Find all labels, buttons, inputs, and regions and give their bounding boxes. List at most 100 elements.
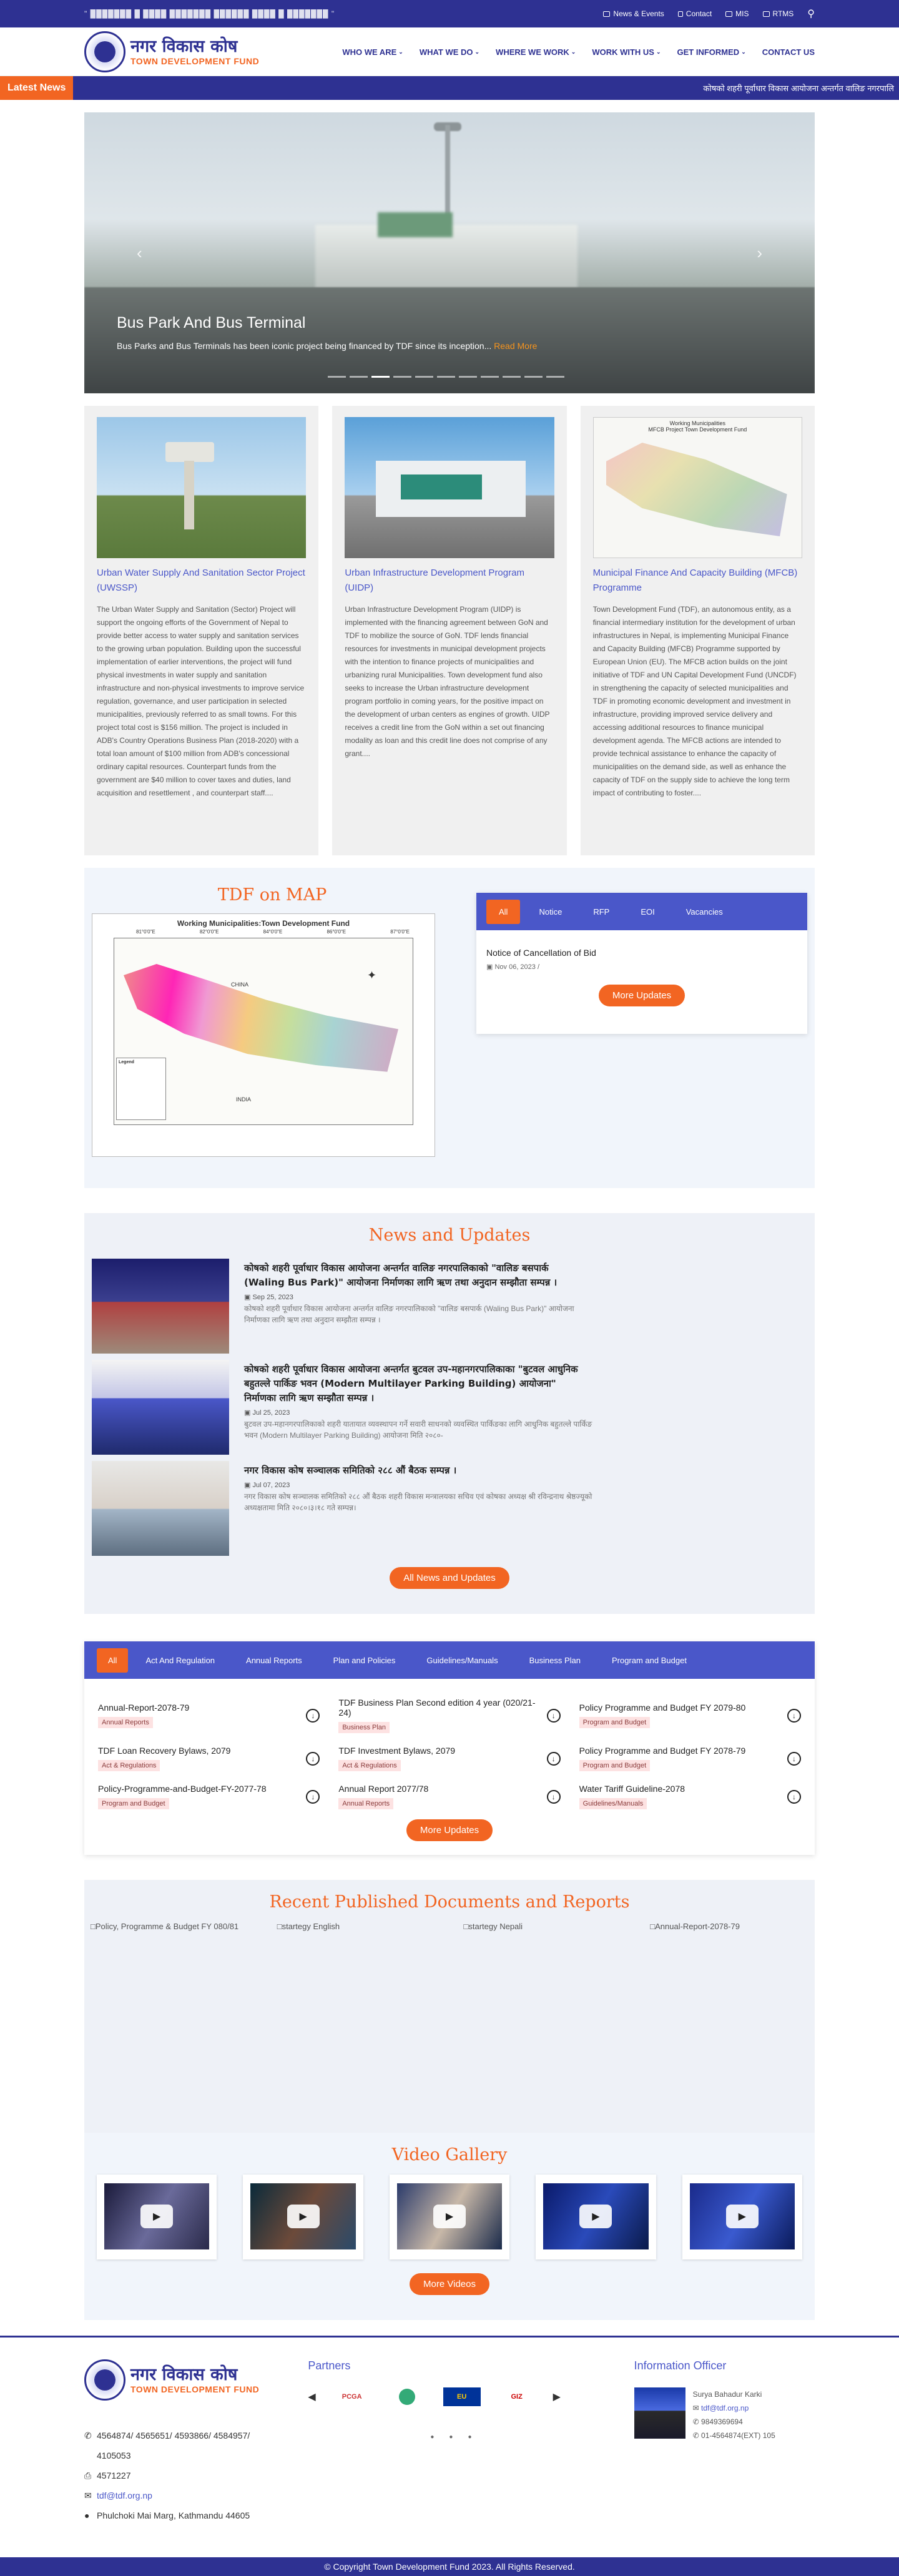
- document-title[interactable]: Policy Programme and Budget FY 2079-80: [579, 1703, 746, 1713]
- carousel-dot[interactable]: [328, 376, 346, 378]
- video-card[interactable]: ▶: [389, 2175, 510, 2259]
- carousel-dot[interactable]: [393, 376, 411, 378]
- tab-vacancies[interactable]: Vacancies: [674, 900, 735, 924]
- tab-notice[interactable]: Notice: [526, 900, 574, 924]
- play-icon[interactable]: ▶: [725, 2205, 759, 2228]
- read-more-link[interactable]: Read More: [494, 341, 537, 351]
- document-title[interactable]: Annual-Report-2078-79: [98, 1703, 189, 1713]
- document-title[interactable]: Policy Programme and Budget FY 2078-79: [579, 1746, 746, 1756]
- site-logo[interactable]: नगर विकास कोष TOWN DEVELOPMENT FUND: [84, 31, 259, 72]
- tab-all[interactable]: All: [97, 1648, 129, 1673]
- download-icon[interactable]: ↓: [306, 1708, 320, 1723]
- play-icon[interactable]: ▶: [140, 2205, 174, 2228]
- download-icon[interactable]: ↓: [306, 1789, 320, 1804]
- nav-what-we-do[interactable]: WHAT WE DO ⌄: [420, 47, 479, 57]
- next-arrow-icon[interactable]: ›: [757, 243, 762, 263]
- news-thumbnail[interactable]: [92, 1360, 229, 1455]
- document-title[interactable]: Water Tariff Guideline-2078: [579, 1784, 685, 1794]
- document-title[interactable]: TDF Loan Recovery Bylaws, 2079: [98, 1746, 230, 1756]
- news-events-link[interactable]: News & Events: [603, 9, 664, 18]
- prev-arrow-icon[interactable]: ‹: [137, 243, 142, 263]
- download-icon[interactable]: ↓: [546, 1708, 561, 1723]
- program-title[interactable]: Municipal Finance And Capacity Building …: [593, 566, 802, 596]
- prev-arrow-icon[interactable]: ◀: [308, 2391, 315, 2403]
- program-image-building[interactable]: [345, 417, 554, 558]
- nav-where-we-work[interactable]: WHERE WE WORK ⌄: [496, 47, 576, 57]
- recent-doc-image[interactable]: □Policy, Programme & Budget FY 080/81: [91, 1920, 249, 2108]
- program-title[interactable]: Urban Water Supply And Sanitation Sector…: [97, 566, 306, 596]
- notice-title[interactable]: Notice of Cancellation of Bid: [486, 948, 797, 958]
- recent-doc-image[interactable]: □startegy Nepali: [464, 1920, 622, 2108]
- program-title[interactable]: Urban Infrastructure Development Program…: [345, 566, 554, 596]
- tab-plan-policies[interactable]: Plan and Policies: [320, 1648, 410, 1673]
- officer-heading: Information Officer: [634, 2359, 727, 2372]
- document-title[interactable]: TDF Business Plan Second edition 4 year …: [338, 1698, 546, 1718]
- carousel-dot[interactable]: [546, 376, 564, 378]
- more-documents-button[interactable]: More Updates: [406, 1819, 493, 1841]
- carousel-dot[interactable]: [371, 376, 390, 378]
- tab-all[interactable]: All: [486, 899, 521, 924]
- search-icon[interactable]: ⚲: [807, 7, 815, 20]
- news-headline[interactable]: कोषको शहरी पूर्वाधार विकास आयोजना अन्तर्…: [244, 1362, 581, 1405]
- carousel-dot[interactable]: [437, 376, 455, 378]
- news-thumbnail[interactable]: [92, 1461, 229, 1556]
- carousel-dot[interactable]: [459, 376, 477, 378]
- carousel-dots[interactable]: ●●●: [308, 2434, 609, 2441]
- video-card[interactable]: ▶: [536, 2175, 656, 2259]
- tab-annual-reports[interactable]: Annual Reports: [232, 1648, 316, 1673]
- tab-business-plan[interactable]: Business Plan: [516, 1648, 594, 1673]
- nav-work-with-us[interactable]: WORK WITH US ⌄: [592, 47, 661, 57]
- contact-link[interactable]: Contact: [677, 9, 712, 18]
- play-icon[interactable]: ▶: [579, 2205, 612, 2228]
- download-icon[interactable]: ↓: [546, 1751, 561, 1766]
- nav-who-we-are[interactable]: WHO WE ARE ⌄: [342, 47, 403, 57]
- document-title[interactable]: TDF Investment Bylaws, 2079: [338, 1746, 455, 1756]
- document-title[interactable]: Policy-Programme-and-Budget-FY-2077-78: [98, 1784, 267, 1794]
- rtms-link[interactable]: RTMS: [762, 9, 793, 18]
- download-icon[interactable]: ↓: [546, 1789, 561, 1804]
- carousel-dot[interactable]: [415, 376, 433, 378]
- download-icon[interactable]: ↓: [787, 1751, 801, 1766]
- officer-email[interactable]: tdf@tdf.org.np: [701, 2404, 749, 2412]
- tab-rfp[interactable]: RFP: [581, 900, 622, 924]
- tab-act-regulation[interactable]: Act And Regulation: [132, 1648, 228, 1673]
- download-icon[interactable]: ↓: [787, 1708, 801, 1723]
- video-card[interactable]: ▶: [682, 2175, 803, 2259]
- program-image-map[interactable]: Working Municipalities MFCB Project Town…: [592, 417, 802, 558]
- video-card[interactable]: ▶: [97, 2175, 217, 2259]
- nepal-map[interactable]: Working Municipalities:Town Development …: [92, 913, 435, 1157]
- tab-guidelines[interactable]: Guidelines/Manuals: [413, 1648, 511, 1673]
- more-updates-button[interactable]: More Updates: [598, 985, 685, 1006]
- partner-logo[interactable]: GIZ: [498, 2387, 536, 2406]
- partner-logo[interactable]: EU: [443, 2387, 481, 2406]
- nav-contact-us[interactable]: CONTACT US: [762, 47, 815, 57]
- partner-logo[interactable]: [388, 2387, 426, 2406]
- all-news-button[interactable]: All News and Updates: [390, 1567, 509, 1589]
- carousel-dot[interactable]: [524, 376, 543, 378]
- carousel-dot[interactable]: [350, 376, 368, 378]
- news-thumbnail[interactable]: [92, 1259, 229, 1354]
- document-title[interactable]: Annual Report 2077/78: [338, 1784, 428, 1794]
- next-arrow-icon[interactable]: ▶: [553, 2391, 561, 2403]
- tab-program-budget[interactable]: Program and Budget: [598, 1648, 700, 1673]
- recent-doc-image[interactable]: □Annual-Report-2078-79: [650, 1920, 808, 2108]
- tab-eoi[interactable]: EOI: [628, 900, 667, 924]
- play-icon[interactable]: ▶: [287, 2205, 320, 2228]
- footer-email[interactable]: tdf@tdf.org.np: [97, 2485, 152, 2505]
- news-headline[interactable]: नगर विकास कोष सञ्चालक समितिको २८८ औं बैठ…: [244, 1463, 581, 1478]
- news-headline[interactable]: कोषको शहरी पूर्वाधार विकास आयोजना अन्तर्…: [244, 1261, 581, 1290]
- carousel-dot[interactable]: [503, 376, 521, 378]
- more-videos-button[interactable]: More Videos: [410, 2273, 489, 2295]
- footer-logo[interactable]: नगर विकास कोष TOWN DEVELOPMENT FUND: [84, 2359, 283, 2401]
- partner-logo[interactable]: PCGA: [333, 2387, 371, 2406]
- carousel-dot[interactable]: [481, 376, 499, 378]
- mis-link[interactable]: MIS: [725, 9, 749, 18]
- download-icon[interactable]: ↓: [306, 1751, 320, 1766]
- video-card[interactable]: ▶: [243, 2175, 363, 2259]
- nav-get-informed[interactable]: GET INFORMED ⌄: [677, 47, 746, 57]
- program-image-water-tower[interactable]: [97, 417, 307, 558]
- recent-doc-image[interactable]: □startegy English: [277, 1920, 436, 2108]
- ticker-text[interactable]: कोषको शहरी पूर्वाधार विकास आयोजना अन्तर्…: [703, 82, 899, 94]
- download-icon[interactable]: ↓: [787, 1789, 801, 1804]
- play-icon[interactable]: ▶: [433, 2205, 466, 2228]
